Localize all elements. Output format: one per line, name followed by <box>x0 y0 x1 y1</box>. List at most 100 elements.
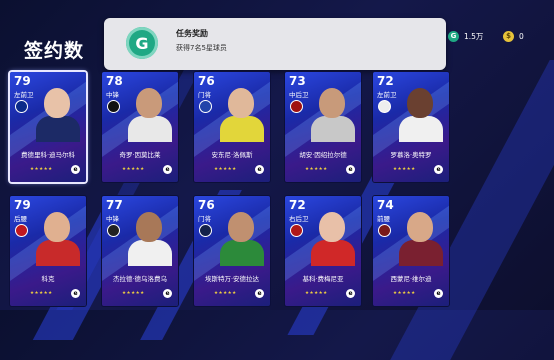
mallorca-icon <box>290 224 303 237</box>
player-head <box>136 212 162 242</box>
player-kit <box>36 240 80 266</box>
player-card[interactable]: 72 右后卫基科·费梅尼亚 ★★★★★ e <box>285 196 361 306</box>
player-card[interactable]: 78 中锋 奇罗·因莫比莱 ★★★★★ e <box>102 72 178 182</box>
star-rating-icon: ★★★★★ <box>393 167 416 172</box>
player-kit <box>36 116 80 142</box>
page-title: 签约数 <box>24 40 85 62</box>
player-name: 罗慕洛·奥特罗 <box>390 151 432 159</box>
player-kit <box>220 116 264 142</box>
ecoin-currency: $ 0 <box>503 29 524 43</box>
player-card[interactable]: 74 前腰 西蒙尼·维尔迪 ★★★★★ e <box>373 196 449 306</box>
player-position: 前腰 <box>377 215 390 223</box>
player-rating: 76 <box>198 198 215 212</box>
santos-icon <box>378 100 391 113</box>
player-card[interactable]: 79 左前卫 费德里科·迪马尔科 ★★★★★ e <box>10 72 86 182</box>
player-head <box>136 88 162 118</box>
player-position: 左前卫 <box>14 91 34 99</box>
player-position: 门将 <box>198 91 211 99</box>
udinese-icon <box>107 224 120 237</box>
player-position: 中锋 <box>106 91 119 99</box>
player-kit <box>399 116 443 142</box>
gp-coin-icon: G <box>448 30 459 42</box>
player-portrait <box>311 206 355 266</box>
star-rating-icon: ★★★★★ <box>122 167 145 172</box>
player-portrait <box>399 206 443 266</box>
player-head <box>319 88 345 118</box>
efootball-logo-icon: e <box>255 165 264 174</box>
player-portrait <box>220 82 264 142</box>
player-portrait <box>220 206 264 266</box>
ecoin-amount: 0 <box>519 31 524 41</box>
star-rating-icon: ★★★★★ <box>122 291 145 296</box>
player-rating: 79 <box>14 198 31 212</box>
player-name: 杰拉德·德乌洛费乌 <box>112 275 168 283</box>
player-card[interactable]: 79 后腰 科克 ★★★★★ e <box>10 196 86 306</box>
player-kit <box>128 240 172 266</box>
player-position: 中锋 <box>106 215 119 223</box>
player-kit <box>311 116 355 142</box>
player-card[interactable]: 72 左前卫罗慕洛·奥特罗 ★★★★★ e <box>373 72 449 182</box>
player-rating: 76 <box>198 74 215 88</box>
player-rating: 78 <box>106 74 123 88</box>
inter-icon <box>15 100 28 113</box>
player-name: 基科·费梅尼亚 <box>302 275 344 283</box>
player-kit <box>220 240 264 266</box>
reward-icon: G <box>126 27 158 59</box>
player-head <box>44 88 70 118</box>
player-head <box>228 212 254 242</box>
player-portrait <box>399 82 443 142</box>
player-kit <box>399 240 443 266</box>
torino-icon <box>378 224 391 237</box>
player-rating: 73 <box>289 74 306 88</box>
player-rating: 72 <box>289 198 306 212</box>
efootball-logo-icon: e <box>255 289 264 298</box>
efootball-logo-icon: e <box>346 289 355 298</box>
lyon-icon <box>199 100 212 113</box>
player-portrait <box>128 82 172 142</box>
star-rating-icon: ★★★★★ <box>30 291 53 296</box>
player-position: 后腰 <box>14 215 27 223</box>
efootball-logo-icon: e <box>434 289 443 298</box>
player-head <box>319 212 345 242</box>
player-card[interactable]: 73 中后卫胡安·因绍拉尔德 ★★★★★ e <box>285 72 361 182</box>
player-card[interactable]: 77 中锋杰拉德·德乌洛费乌 ★★★★★ e <box>102 196 178 306</box>
player-portrait <box>36 82 80 142</box>
efootball-logo-icon: e <box>346 165 355 174</box>
player-rating: 79 <box>14 74 31 88</box>
gp-amount: 1.5万 <box>464 31 484 41</box>
efootball-logo-icon: e <box>71 165 80 174</box>
player-name: 安东尼·洛佩斯 <box>211 151 253 159</box>
player-portrait <box>128 206 172 266</box>
player-kit <box>128 116 172 142</box>
player-portrait <box>36 206 80 266</box>
player-position: 门将 <box>198 215 211 223</box>
player-kit <box>311 240 355 266</box>
player-name: 胡安·因绍拉尔德 <box>299 151 347 159</box>
toast-title: 任务奖励 <box>176 29 208 38</box>
player-head <box>407 88 433 118</box>
gp-currency: G 1.5万 <box>448 29 483 43</box>
player-rating: 72 <box>377 74 394 88</box>
player-name: 埃斯特万·安德拉达 <box>204 275 260 283</box>
besiktas-icon <box>107 100 120 113</box>
player-position: 左前卫 <box>377 91 397 99</box>
reward-toast[interactable]: G 任务奖励 获得7名5星球员 <box>104 18 446 70</box>
star-rating-icon: ★★★★★ <box>214 167 237 172</box>
player-head <box>228 88 254 118</box>
player-position: 右后卫 <box>289 215 309 223</box>
player-card[interactable]: 76 门将 埃斯特万·安德拉达 ★★★★★ e <box>194 196 270 306</box>
player-head <box>407 212 433 242</box>
monterrey-icon <box>199 224 212 237</box>
star-rating-icon: ★★★★★ <box>305 167 328 172</box>
star-rating-icon: ★★★★★ <box>393 291 416 296</box>
player-card[interactable]: 76 门将安东尼·洛佩斯 ★★★★★ e <box>194 72 270 182</box>
efootball-logo-icon: e <box>163 289 172 298</box>
player-name: 西蒙尼·维尔迪 <box>390 275 432 283</box>
star-rating-icon: ★★★★★ <box>305 291 328 296</box>
efootball-logo-icon: e <box>434 165 443 174</box>
ecoin-icon: $ <box>503 30 514 42</box>
star-rating-icon: ★★★★★ <box>30 167 53 172</box>
player-rating: 77 <box>106 198 123 212</box>
player-portrait <box>311 82 355 142</box>
player-position: 中后卫 <box>289 91 309 99</box>
